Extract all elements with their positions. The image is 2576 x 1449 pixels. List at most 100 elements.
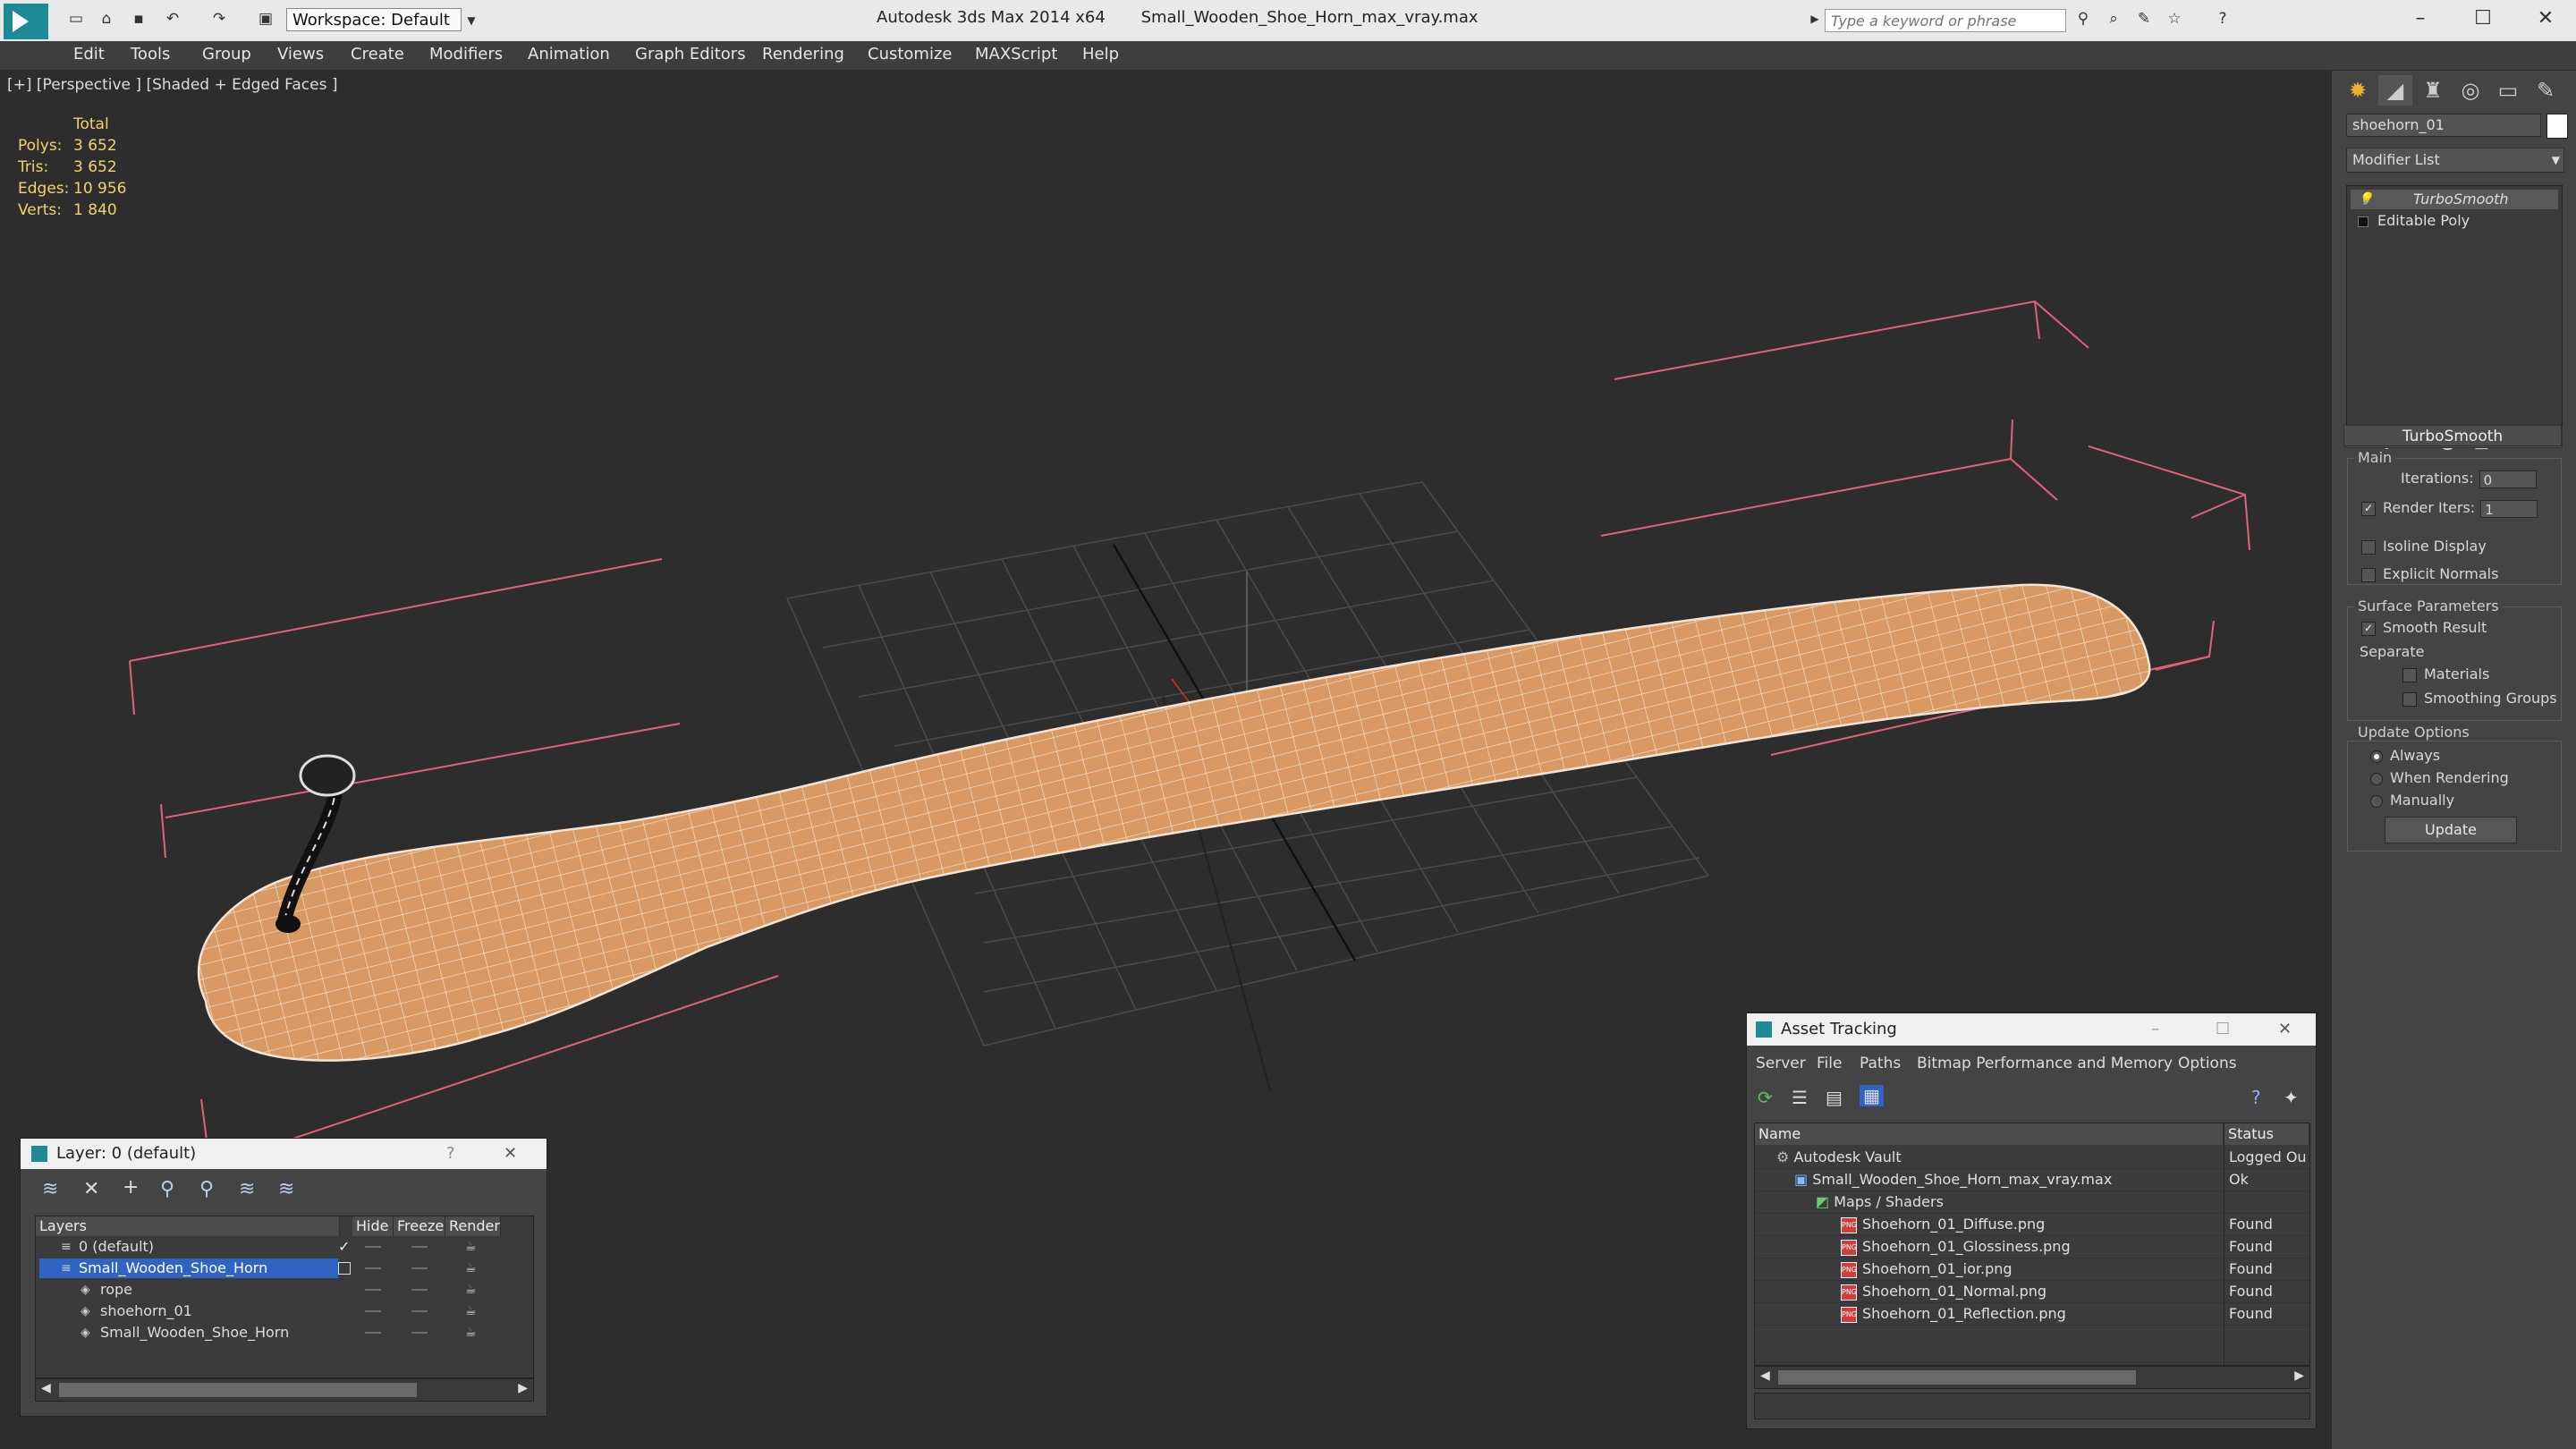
redo-icon[interactable]: ↷ — [209, 9, 229, 29]
modifier-list-dropdown[interactable]: Modifier List ▼ — [2346, 148, 2564, 173]
asset-window-title-bar[interactable]: Asset Tracking – ☐ ✕ — [1747, 1013, 2316, 1046]
search-input[interactable] — [1825, 9, 2066, 32]
utilities-tab-icon[interactable]: ✎ — [2529, 75, 2563, 106]
col-name[interactable]: Name — [1755, 1123, 2224, 1145]
help-icon[interactable]: ? — [2213, 9, 2233, 29]
communication-icon[interactable]: ✎ — [2134, 9, 2154, 29]
asset-row[interactable]: ◩ Maps / Shaders — [1755, 1191, 2309, 1214]
update-button[interactable]: Update — [2385, 817, 2517, 843]
render-teapot-icon[interactable]: ☕ — [465, 1322, 477, 1343]
layer-row[interactable]: ◈ rope ☕ — [36, 1279, 533, 1301]
app-logo-icon[interactable] — [4, 4, 48, 39]
materials-checkbox[interactable] — [2402, 667, 2417, 682]
when-rendering-radio[interactable] — [2370, 772, 2383, 785]
new-file-icon[interactable]: ▭ — [66, 9, 86, 29]
col-freeze[interactable]: Freeze — [394, 1216, 445, 1236]
search-arrow-icon[interactable]: ▶ — [1805, 9, 1825, 29]
asset-row[interactable]: PNG Shoehorn_01_Reflection.png Found — [1755, 1302, 2309, 1326]
isoline-display-checkbox[interactable] — [2361, 539, 2376, 555]
render-teapot-icon[interactable]: ☕ — [465, 1236, 477, 1258]
turbosmooth-rollout-title[interactable]: TurboSmooth — [2343, 425, 2562, 446]
render-iters-spinner[interactable]: 1 — [2480, 499, 2538, 518]
highlight-icon[interactable]: ✦ — [2284, 1087, 2299, 1108]
menu-maxscript[interactable]: MAXScript — [975, 45, 1057, 64]
refresh-icon[interactable]: ⟳ — [1758, 1087, 1773, 1108]
layer-horizontal-scrollbar[interactable]: ◀ ▶ — [35, 1378, 534, 1402]
scroll-left-icon[interactable]: ◀ — [41, 1381, 51, 1395]
scrollbar-thumb[interactable] — [59, 1383, 417, 1397]
delete-layer-icon[interactable]: ✕ — [83, 1178, 99, 1200]
maximize-button[interactable]: ☐ — [2465, 5, 2501, 32]
active-layer-check-icon[interactable]: ✓ — [338, 1236, 350, 1258]
object-color-swatch[interactable] — [2546, 114, 2568, 139]
asset-menu-paths[interactable]: Paths — [1860, 1055, 1901, 1072]
menu-create[interactable]: Create — [351, 45, 404, 64]
asset-path-field[interactable] — [1754, 1393, 2310, 1419]
help-icon[interactable]: ? — [446, 1139, 455, 1169]
viewport-label[interactable]: [+] [Perspective ] [Shaded + Edged Faces… — [7, 76, 337, 94]
menu-edit[interactable]: Edit — [73, 45, 105, 64]
col-layers[interactable]: Layers — [36, 1216, 340, 1236]
menu-group[interactable]: Group — [202, 45, 251, 64]
menu-customize[interactable]: Customize — [868, 45, 952, 64]
asset-row[interactable]: PNG Shoehorn_01_Glossiness.png Found — [1755, 1235, 2309, 1258]
render-teapot-icon[interactable]: ☕ — [465, 1279, 477, 1301]
col-hide[interactable]: Hide — [352, 1216, 394, 1236]
stack-item-editable-poly[interactable]: Editable Poly — [2351, 211, 2558, 231]
menu-help[interactable]: Help — [1082, 45, 1119, 64]
project-icon[interactable]: ▣ — [256, 9, 275, 29]
render-iters-checkbox[interactable]: ✓ — [2361, 501, 2376, 516]
menu-tools[interactable]: Tools — [131, 45, 170, 64]
close-button[interactable]: ✕ — [2528, 5, 2563, 32]
col-render[interactable]: Render — [445, 1216, 501, 1236]
layer-row[interactable]: ≡ 0 (default) ✓ ☕ — [36, 1236, 533, 1258]
create-tab-icon[interactable]: ✹ — [2341, 75, 2375, 106]
create-layer-icon[interactable]: ≋ — [42, 1178, 58, 1200]
asset-row[interactable]: ▣ Small_Wooden_Shoe_Horn_max_vray.max Ok — [1755, 1168, 2309, 1191]
select-layer-icon[interactable]: ⚲ — [199, 1178, 214, 1200]
asset-menu-file[interactable]: File — [1817, 1055, 1842, 1072]
close-button[interactable]: ✕ — [2278, 1013, 2292, 1046]
close-icon[interactable]: ✕ — [504, 1139, 517, 1169]
favorites-icon[interactable]: ☆ — [2165, 9, 2184, 29]
stack-item-turbosmooth[interactable]: 💡 TurboSmooth — [2351, 190, 2558, 209]
object-name-field[interactable]: shoehorn_01 — [2346, 114, 2541, 137]
menu-graph-editors[interactable]: Graph Editors — [635, 45, 746, 64]
minimize-button[interactable]: – — [2151, 1013, 2159, 1046]
col-status[interactable]: Status — [2224, 1123, 2309, 1145]
hierarchy-tab-icon[interactable]: ♜ — [2416, 75, 2450, 106]
render-teapot-icon[interactable]: ☕ — [465, 1301, 477, 1322]
scroll-right-icon[interactable]: ▶ — [2294, 1368, 2304, 1383]
manually-radio[interactable] — [2370, 794, 2383, 808]
freeze-all-icon[interactable]: ≋ — [278, 1178, 294, 1200]
expand-icon[interactable] — [2358, 216, 2368, 227]
iterations-spinner[interactable]: 0 — [2479, 470, 2537, 488]
detail-view-icon[interactable]: ▤ — [1826, 1087, 1843, 1108]
modify-tab-icon[interactable]: ◢ — [2378, 75, 2412, 106]
asset-horizontal-scrollbar[interactable]: ◀ ▶ — [1754, 1366, 2310, 1389]
display-tab-icon[interactable]: ▭ — [2491, 75, 2525, 106]
workspace-dropdown[interactable]: Workspace: Default — [286, 8, 462, 31]
set-active-box[interactable] — [338, 1262, 351, 1275]
select-objects-icon[interactable]: ⚲ — [160, 1178, 174, 1200]
layer-row[interactable]: ◈ Small_Wooden_Shoe_Horn ☕ — [36, 1322, 533, 1343]
binoculars-icon[interactable]: ⚲ — [2073, 9, 2093, 29]
explicit-normals-checkbox[interactable] — [2361, 567, 2376, 582]
asset-row[interactable]: PNG Shoehorn_01_Normal.png Found — [1755, 1280, 2309, 1303]
layer-row[interactable]: ◈ shoehorn_01 ☕ — [36, 1301, 533, 1322]
smoothing-groups-checkbox[interactable] — [2402, 691, 2417, 707]
layer-row[interactable]: ≡ Small_Wooden_Shoe_Horn ☕ — [36, 1258, 533, 1279]
list-view-icon[interactable]: ☰ — [1792, 1087, 1808, 1108]
minimize-button[interactable]: – — [2402, 5, 2438, 32]
menu-views[interactable]: Views — [277, 45, 324, 64]
asset-row[interactable]: PNG Shoehorn_01_Diffuse.png Found — [1755, 1213, 2309, 1236]
asset-menu-bitmap-performance[interactable]: Bitmap Performance and Memory — [1917, 1055, 2173, 1072]
always-radio[interactable] — [2370, 750, 2383, 763]
save-file-icon[interactable]: ▪ — [129, 9, 148, 29]
hide-all-icon[interactable]: ≋ — [239, 1178, 255, 1200]
scrollbar-thumb[interactable] — [1778, 1370, 2136, 1385]
add-to-layer-icon[interactable]: + — [123, 1176, 139, 1199]
asset-menu-server[interactable]: Server — [1756, 1055, 1806, 1072]
render-teapot-icon[interactable]: ☕ — [465, 1258, 477, 1279]
asset-menu-options[interactable]: Options — [2178, 1055, 2237, 1072]
